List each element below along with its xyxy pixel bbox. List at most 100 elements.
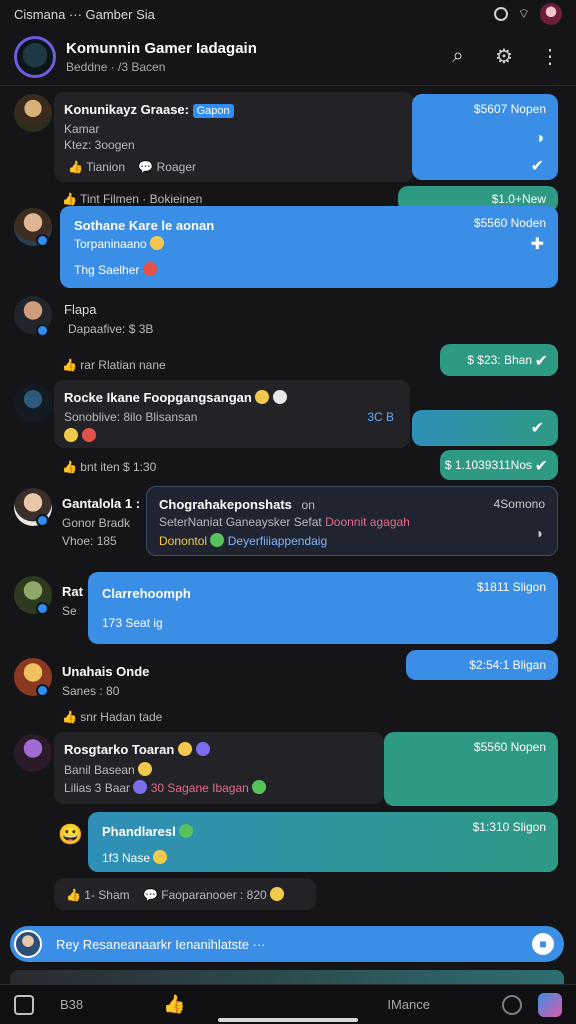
- settings-icon: [493, 7, 508, 21]
- nav-item-media[interactable]: B38: [14, 994, 84, 1015]
- reaction-icon[interactable]: ◑: [534, 130, 544, 148]
- message-bubble[interactable]: Rosgtarko Toaran Banil Basean Lilias 3 B…: [54, 732, 384, 804]
- message-time: $1:310 Sligon: [472, 820, 546, 834]
- reaction-chat-icon[interactable]: 💬: [143, 888, 158, 902]
- reaction-icon[interactable]: ✚: [531, 234, 544, 254]
- message-time: $1811 Sligon: [476, 580, 546, 594]
- reaction-row[interactable]: 👍 snr Hadan tade: [62, 710, 162, 724]
- outgoing-bubble[interactable]: Phandlaresl $1:310 Sligon 1f3 Nase: [88, 812, 558, 872]
- message-bubble[interactable]: Konunikayz Graase: Gapon Kamar Ktez: 3oo…: [54, 92, 414, 182]
- message-time: $1.0+New: [491, 192, 546, 206]
- message-bubble[interactable]: Sothane Kare le aonan $5560 Noden Torpan…: [60, 206, 558, 288]
- group-settings-icon[interactable]: ⚙: [492, 45, 516, 69]
- sender-name: Gantalola 1 :: [62, 496, 141, 511]
- message-bubble[interactable]: Rocke Ikane Foopgangsangan Sonoblive: 8i…: [54, 380, 410, 448]
- emoji-icon: [142, 262, 157, 276]
- reaction-icon[interactable]: ◑: [535, 525, 543, 541]
- message-title: Clarrehoomph: [102, 586, 191, 601]
- status-title: Cismana ··· Gamber Sia: [14, 6, 155, 22]
- reaction-row[interactable]: 👍 Tint Filmen · Bokieinen: [62, 192, 202, 206]
- reaction-thumb-icon[interactable]: 👍: [62, 460, 77, 474]
- outgoing-bubble[interactable]: $5607 Nopen ◑ ✔: [412, 94, 558, 180]
- send-icon[interactable]: ■: [532, 933, 554, 955]
- reaction-thumb-icon[interactable]: 👍: [62, 358, 77, 372]
- chat-subtitle: Beddne · /3 Bacen: [66, 59, 166, 74]
- message-input[interactable]: Rey Resaneanaarkr Ienanihlatste ··· ■: [10, 926, 564, 962]
- message-text: Thg Saelher: [74, 263, 140, 277]
- link-preview-card[interactable]: Chograhakeponshats on 4Somono SeterNania…: [146, 486, 558, 556]
- reaction-row[interactable]: 👍 rar Rlatian nane: [62, 358, 166, 372]
- reaction-summary: Tint Filmen · Bokieinen: [80, 192, 203, 206]
- reaction-row[interactable]: 👍 bnt iten $ 1:30: [62, 460, 156, 474]
- card-title: Chograhakeponshats: [159, 497, 292, 512]
- reaction-thumb-icon[interactable]: 👍: [62, 192, 77, 206]
- emoji-icon: [179, 824, 194, 838]
- message-text: Vhoe: 185: [62, 534, 117, 548]
- emoji-icon: [81, 428, 96, 442]
- chat-title[interactable]: Komunnin Gamer Iadagain: [66, 40, 257, 57]
- card-link[interactable]: Doonnit agagah: [325, 515, 410, 529]
- message-text: 173 Seat ig: [102, 616, 163, 630]
- sender-avatar[interactable]: [14, 384, 52, 422]
- message-text: Kamar: [64, 122, 100, 136]
- reaction-thumb-icon[interactable]: 👍: [68, 160, 83, 174]
- reaction-summary: bnt iten $ 1:30: [80, 460, 157, 474]
- message-text: 1f3 Nase: [102, 851, 151, 865]
- sender-name: Rat: [62, 584, 83, 599]
- message-text: Gonor Bradk: [62, 516, 131, 530]
- reaction-bar[interactable]: 👍 1- Sham 💬 Faoparanooer : 820: [54, 878, 316, 910]
- card-link[interactable]: Deyerfiiiappendaig: [228, 534, 327, 548]
- message-text: Sanes : 80: [62, 684, 120, 698]
- emoji-icon: [153, 850, 168, 864]
- home-indicator[interactable]: [218, 1018, 358, 1022]
- circle-icon: [502, 994, 522, 1015]
- outgoing-bubble[interactable]: Clarrehoomph $1811 Sligon 173 Seat ig: [88, 572, 558, 644]
- search-icon[interactable]: ⌕: [446, 45, 470, 69]
- sender-emoji-avatar-icon[interactable]: 😀: [58, 822, 83, 847]
- message-text: Banil Basean: [64, 763, 135, 777]
- emoji-icon: [273, 390, 288, 404]
- more-menu-icon[interactable]: ⋮: [538, 45, 562, 69]
- nav-item-settings[interactable]: [502, 994, 522, 1015]
- message-title: Phandlaresl: [102, 824, 176, 839]
- message-list[interactable]: Konunikayz Graase: Gapon Kamar Ktez: 3oo…: [0, 88, 576, 916]
- thumbs-up-icon: 👍: [163, 994, 186, 1014]
- reaction-thumb-icon[interactable]: 👍: [62, 710, 77, 724]
- user-avatar-icon[interactable]: [540, 3, 562, 25]
- nav-label: IMance: [387, 997, 430, 1012]
- verified-badge-icon: [36, 324, 49, 337]
- outgoing-bubble[interactable]: $ $23: Bhan ✔: [440, 344, 558, 376]
- reaction-summary: Faoparanooer : 820: [161, 888, 267, 902]
- emoji-icon: [133, 780, 148, 794]
- outgoing-bubble[interactable]: $ 1.1039311Nos ✔: [440, 450, 558, 480]
- sender-name: Unahais Onde: [62, 664, 150, 679]
- message-input-placeholder[interactable]: Rey Resaneanaarkr Ienanihlatste ···: [56, 937, 266, 952]
- reaction-chat-icon[interactable]: 💬: [138, 160, 153, 174]
- outgoing-bubble[interactable]: ✔: [412, 410, 558, 446]
- emoji-icon: [210, 533, 225, 547]
- message-text: Lilias 3 Baar: [64, 781, 131, 795]
- sender-name: Sothane Kare le aonan: [74, 218, 215, 233]
- nav-item-app[interactable]: [538, 992, 562, 1017]
- nav-item-like[interactable]: 👍: [163, 994, 185, 1015]
- nav-item-manage[interactable]: IMance: [387, 997, 430, 1012]
- nav-label: B38: [60, 997, 84, 1012]
- reaction-summary: snr Hadan tade: [80, 710, 163, 724]
- reaction-thumb-icon[interactable]: 👍: [66, 888, 81, 902]
- group-avatar[interactable]: [14, 35, 56, 78]
- emoji-icon: [255, 390, 270, 404]
- message-time: $5607 Nopen: [473, 102, 546, 116]
- emoji-icon: [195, 742, 210, 756]
- outgoing-bubble[interactable]: $2:54:1 Bligan: [406, 650, 558, 680]
- sender-name: Rosgtarko Toaran: [64, 742, 175, 757]
- outgoing-bubble[interactable]: $5560 Nopen: [384, 732, 558, 806]
- card-text: SeterNaniat Ganeaysker Sefat: [159, 515, 322, 529]
- message-link[interactable]: 30 Sagane Ibagan: [151, 781, 249, 795]
- verified-badge-icon: [36, 234, 49, 247]
- sender-name: Flapa: [64, 302, 97, 317]
- read-check-icon: ✔: [530, 158, 544, 175]
- sender-avatar[interactable]: [14, 94, 52, 132]
- sender-avatar[interactable]: [14, 734, 52, 772]
- media-icon: [14, 994, 34, 1015]
- card-title-suffix: on: [301, 498, 315, 512]
